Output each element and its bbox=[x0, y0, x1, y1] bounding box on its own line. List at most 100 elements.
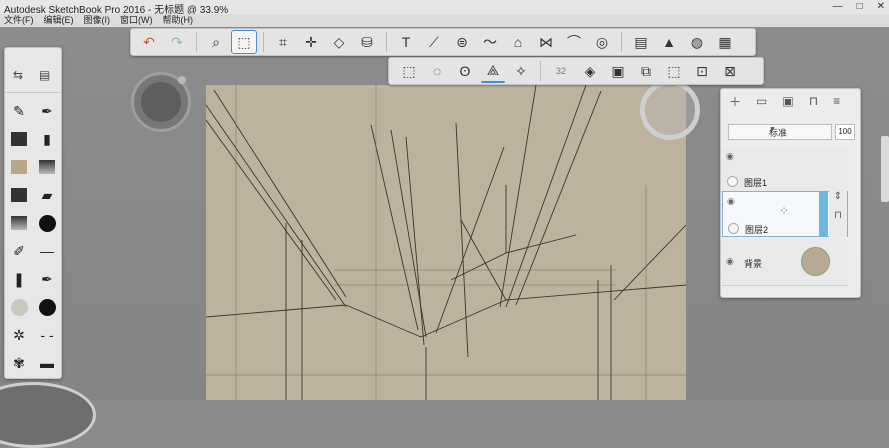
dash-brush-icon[interactable]: - - bbox=[33, 321, 61, 349]
toolbar-separator bbox=[621, 32, 622, 52]
magic-wand-icon[interactable]: ✧ bbox=[509, 60, 533, 82]
oval-select-icon[interactable]: ◌ bbox=[425, 60, 449, 82]
close-button[interactable]: ✕ bbox=[877, 1, 885, 12]
redo-icon[interactable]: ↷ bbox=[165, 31, 189, 53]
layer-menu-icon[interactable]: ≡ bbox=[833, 94, 840, 108]
ruler-icon[interactable]: ⟋ bbox=[422, 31, 446, 53]
brush-library-icon[interactable]: ▲ bbox=[657, 31, 681, 53]
copic-icon[interactable]: ▤ bbox=[629, 31, 653, 53]
stroke-icon[interactable]: ⌒ bbox=[562, 31, 586, 53]
deselect-icon[interactable]: ⬚ bbox=[662, 60, 686, 82]
fill-icon[interactable]: ⛁ bbox=[355, 31, 379, 53]
layer-options: ⇕ ⊓ bbox=[829, 191, 847, 237]
palette-icon[interactable]: ▦ bbox=[713, 31, 737, 53]
color-wheel-icon[interactable]: ◍ bbox=[685, 31, 709, 53]
line-brush-icon[interactable]: — bbox=[33, 237, 61, 265]
main-toolbar: ↶ ↷ ⌕ ⬚ ⌗ ✛ ◇ ⛁ T ⟋ ⊜ 〜 ⌂ ⋈ ⌒ ◎ ▤ ▲ ◍ ▦ bbox=[130, 28, 756, 56]
distort-icon[interactable]: ◇ bbox=[327, 31, 351, 53]
text-icon[interactable]: T bbox=[394, 31, 418, 53]
blend-mode-dropdown[interactable]: 标准 ▼ bbox=[728, 124, 832, 140]
tan-texture-brush-icon[interactable] bbox=[5, 153, 33, 181]
speckle-brush-icon[interactable] bbox=[5, 181, 33, 209]
layer-name: 图层1 bbox=[744, 178, 768, 188]
drawing-canvas[interactable] bbox=[206, 85, 686, 400]
menu-file[interactable]: 文件(F) bbox=[4, 14, 34, 27]
layer-select-radio[interactable] bbox=[728, 223, 739, 234]
marker-brush-icon[interactable]: ▮ bbox=[33, 125, 61, 153]
perspective-icon[interactable]: ⌂ bbox=[506, 31, 530, 53]
layer-lock-icon[interactable]: ⊓ bbox=[829, 210, 847, 221]
layer-row-background[interactable]: ◉ 背景 bbox=[722, 239, 848, 286]
layer-name: 图层2 bbox=[745, 225, 769, 235]
toolbar-separator bbox=[196, 32, 197, 52]
color-puck[interactable] bbox=[640, 80, 700, 140]
brush-puck-center[interactable] bbox=[141, 82, 181, 122]
rect-select-icon[interactable]: ⬚ bbox=[397, 60, 421, 82]
brush-puck[interactable] bbox=[131, 72, 191, 132]
layer-select-radio[interactable] bbox=[727, 176, 738, 187]
sketch-drawing bbox=[206, 85, 686, 400]
add-image-icon[interactable]: ▣ bbox=[782, 94, 793, 108]
palette-collapse-icon[interactable]: ▤ bbox=[39, 68, 50, 82]
fineliner-brush-icon[interactable]: ✐ bbox=[5, 237, 33, 265]
layers-panel: ＋ ▭ ▣ ⊓ ≡ 标准 ▼ 100 ◉ 图层1 ◉ ⁘ 图层2 ⇕ ⊓ ◉ 背… bbox=[720, 88, 861, 298]
texture-brush-icon[interactable] bbox=[5, 125, 33, 153]
background-color-swatch[interactable] bbox=[801, 247, 830, 276]
add-group-icon[interactable]: ▭ bbox=[756, 94, 767, 108]
paintbrush-icon[interactable]: ❚ bbox=[5, 265, 33, 293]
toolbar-separator bbox=[386, 32, 387, 52]
invert-select-icon[interactable]: ⧉ bbox=[634, 60, 658, 82]
palette-header: ⇆ ▤ bbox=[5, 48, 61, 93]
french-curve-icon[interactable]: 〜 bbox=[478, 31, 502, 53]
shapes-icon[interactable]: ◎ bbox=[590, 31, 614, 53]
opacity-field[interactable]: 100 bbox=[835, 124, 855, 140]
pencil-brush-icon[interactable]: ✎ bbox=[5, 97, 33, 125]
layer-name: 背景 bbox=[744, 259, 763, 269]
lasso-select-icon[interactable]: ʘ bbox=[453, 60, 477, 82]
menu-window[interactable]: 窗口(W) bbox=[120, 14, 153, 27]
crop-icon[interactable]: ⌗ bbox=[271, 31, 295, 53]
ink-pen-brush-icon[interactable]: ✒ bbox=[33, 97, 61, 125]
right-edge-grip[interactable] bbox=[881, 136, 889, 202]
transform-icon[interactable]: ✛ bbox=[299, 31, 323, 53]
symmetry-icon[interactable]: ⋈ bbox=[534, 31, 558, 53]
visibility-eye-icon[interactable]: ◉ bbox=[726, 151, 734, 162]
feather-icon[interactable]: ◈ bbox=[578, 60, 602, 82]
menu-image[interactable]: 图像(I) bbox=[84, 14, 111, 27]
select-all-icon[interactable]: ▣ bbox=[606, 60, 630, 82]
maximize-button[interactable]: □ bbox=[857, 1, 863, 12]
soft-blob-brush-icon[interactable] bbox=[5, 293, 33, 321]
selection-size-value[interactable]: 32 bbox=[548, 66, 574, 76]
foliage-brush-icon[interactable]: ✾ bbox=[5, 349, 33, 377]
layer-thumbnail-icon: ⁘ bbox=[779, 204, 790, 218]
add-layer-icon[interactable]: ＋ bbox=[729, 93, 741, 110]
clear-select-icon[interactable]: ⊠ bbox=[718, 60, 742, 82]
smear-brush-icon[interactable] bbox=[33, 153, 61, 181]
eraser-brush-icon[interactable] bbox=[5, 209, 33, 237]
chevron-down-icon: ▼ bbox=[769, 126, 776, 133]
ellipse-guide-icon[interactable]: ⊜ bbox=[450, 31, 474, 53]
brush-settings-icon[interactable]: ⇆ bbox=[13, 68, 23, 82]
lock-layer-icon[interactable]: ⊓ bbox=[809, 94, 818, 108]
visibility-eye-icon[interactable]: ◉ bbox=[727, 196, 735, 207]
stamp-brush-icon[interactable]: ✲ bbox=[5, 321, 33, 349]
title-bar: Autodesk SketchBook Pro 2016 - 无标题 @ 33.… bbox=[0, 0, 889, 16]
crop-select-icon[interactable]: ⊡ bbox=[690, 60, 714, 82]
visibility-eye-icon[interactable]: ◉ bbox=[726, 256, 734, 267]
brush-palette: ⇆ ▤ ✎ ✒ ▮ ▰ ✐ — ❚ ✒ ✲ - - ✾ ▬ bbox=[4, 47, 62, 379]
block-brush-icon[interactable]: ▬ bbox=[33, 349, 61, 377]
menu-edit[interactable]: 编辑(E) bbox=[44, 14, 74, 27]
move-layer-icon[interactable]: ⇕ bbox=[829, 191, 847, 202]
poly-lasso-icon[interactable]: ⟁ bbox=[481, 59, 505, 83]
minimize-button[interactable]: — bbox=[833, 1, 843, 12]
hard-round-brush-icon[interactable] bbox=[33, 293, 61, 321]
select-icon[interactable]: ⬚ bbox=[231, 30, 257, 54]
zoom-icon[interactable]: ⌕ bbox=[204, 31, 228, 53]
brush-puck-knob[interactable] bbox=[178, 76, 186, 84]
undo-icon[interactable]: ↶ bbox=[137, 31, 161, 53]
chisel-brush-icon[interactable]: ▰ bbox=[33, 181, 61, 209]
nib-brush-icon[interactable]: ✒ bbox=[33, 265, 61, 293]
menu-help[interactable]: 帮助(H) bbox=[163, 14, 194, 27]
layer-row-1[interactable]: ◉ 图层1 bbox=[722, 147, 848, 192]
airbrush-icon[interactable] bbox=[33, 209, 61, 237]
